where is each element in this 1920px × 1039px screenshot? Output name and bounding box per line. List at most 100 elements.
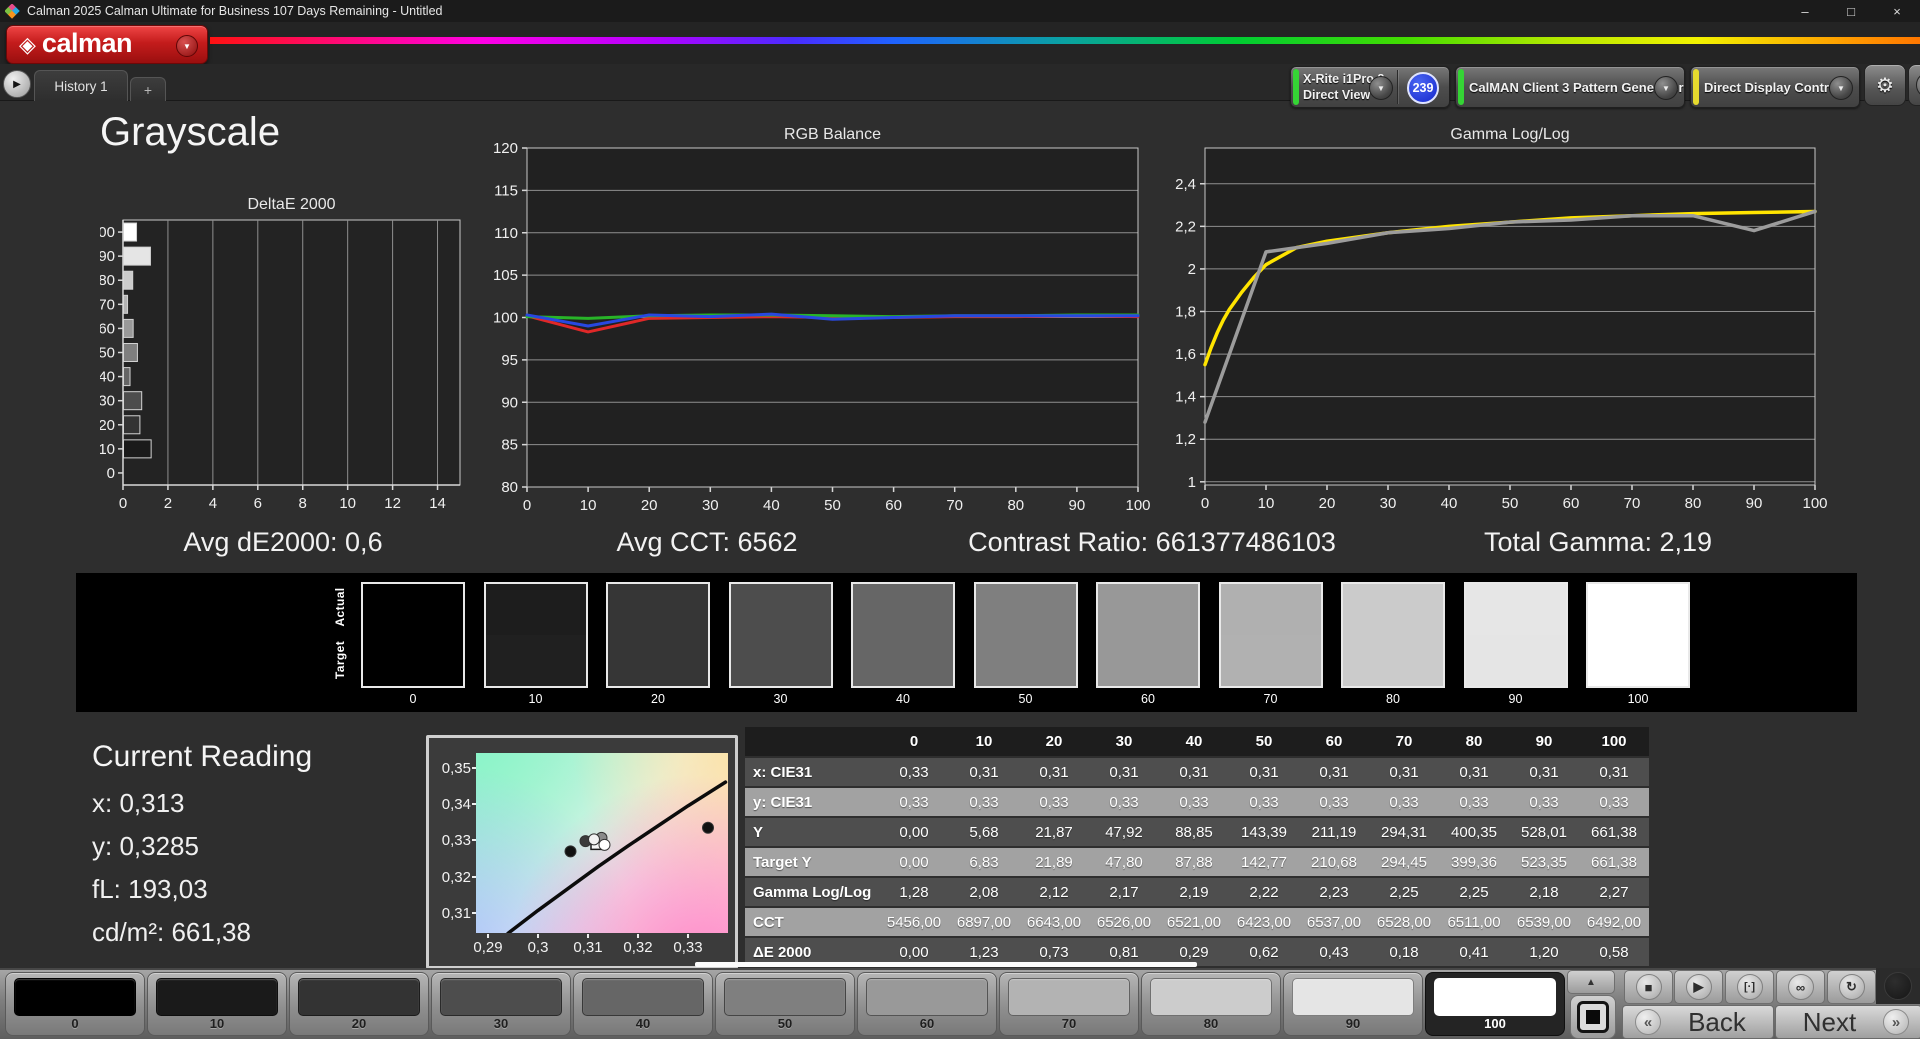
svg-text:50: 50: [824, 497, 841, 514]
grayscale-swatch-0: [361, 582, 465, 688]
pattern-level-label: 80: [1203, 1016, 1219, 1031]
swatch-actual-half: [853, 584, 953, 635]
collapse-panel-button[interactable]: ◀: [1908, 64, 1920, 106]
pattern-level-label: 0: [71, 1016, 79, 1031]
pattern-level-swatch: [582, 978, 704, 1016]
horizontal-scrollbar[interactable]: [695, 962, 1197, 967]
svg-text:90: 90: [1746, 495, 1763, 512]
table-cell: 21,87: [1019, 816, 1089, 847]
minimize-button[interactable]: –: [1782, 0, 1828, 22]
swatch-level-label: 10: [528, 692, 543, 706]
pattern-level-button-20[interactable]: 20: [289, 972, 429, 1036]
pattern-level-button-40[interactable]: 40: [573, 972, 713, 1036]
pattern-level-button-80[interactable]: 80: [1141, 972, 1281, 1036]
pattern-level-swatch: [14, 978, 136, 1016]
table-column-header: 90: [1509, 727, 1579, 757]
svg-text:110: 110: [494, 225, 518, 242]
stat-avg-de2000: Avg dE2000: 0,6: [183, 527, 383, 557]
svg-text:60: 60: [100, 320, 115, 337]
close-button[interactable]: ×: [1874, 0, 1920, 22]
table-cell: 0,31: [1439, 756, 1509, 787]
settings-button[interactable]: ⚙: [1864, 64, 1906, 106]
stat-avg-cct: Avg CCT: 6562: [616, 527, 798, 557]
play-button[interactable]: ▶: [1674, 970, 1723, 1004]
svg-text:85: 85: [501, 437, 518, 454]
table-cell: 2,27: [1579, 876, 1649, 907]
swatch-target-half: [608, 635, 708, 686]
svg-text:20: 20: [1319, 495, 1336, 512]
chevron-down-icon[interactable]: ▼: [1654, 76, 1678, 100]
table-cell: 6537,00: [1299, 906, 1369, 937]
pattern-level-button-100[interactable]: 100: [1425, 972, 1565, 1036]
calman-menu-button[interactable]: ◈ calman ▼: [6, 25, 208, 64]
pattern-level-label: 40: [635, 1016, 651, 1031]
pattern-level-button-50[interactable]: 50: [715, 972, 855, 1036]
svg-text:30: 30: [702, 497, 719, 514]
tab-scroll-button[interactable]: ▶: [3, 70, 31, 98]
table-cell: 0,18: [1369, 936, 1439, 966]
tab-history-1[interactable]: History 1: [34, 70, 128, 101]
svg-text:2: 2: [1188, 261, 1196, 278]
stop-icon: ■: [1644, 979, 1653, 995]
next-button[interactable]: Next »: [1775, 1005, 1920, 1039]
dark-knob-icon: [1884, 972, 1912, 1000]
chevron-down-icon[interactable]: ▼: [1829, 76, 1853, 100]
collapse-toolbar-button[interactable]: ▲: [1567, 970, 1615, 994]
pattern-level-button-90[interactable]: 90: [1283, 972, 1423, 1036]
pattern-level-button-70[interactable]: 70: [999, 972, 1139, 1036]
continuous-measure-button[interactable]: ∞: [1776, 970, 1825, 1004]
table-cell: 0,31: [1509, 756, 1579, 787]
refresh-button[interactable]: ↻: [1827, 970, 1876, 1004]
table-cell: 0,33: [1439, 786, 1509, 817]
pattern-level-button-60[interactable]: 60: [857, 972, 997, 1036]
table-column-header: 70: [1369, 727, 1439, 757]
pattern-level-swatch: [724, 978, 846, 1016]
table-cell: 6528,00: [1369, 906, 1439, 937]
svg-text:40: 40: [100, 369, 115, 386]
pattern-window-button[interactable]: [1570, 995, 1616, 1039]
chevron-down-icon[interactable]: ▼: [1369, 76, 1393, 100]
table-cell: 6521,00: [1159, 906, 1229, 937]
actual-row-label: Actual: [333, 587, 347, 627]
pattern-level-button-10[interactable]: 10: [147, 972, 287, 1036]
grayscale-swatch-10: [483, 582, 588, 688]
table-cell: 0,31: [1229, 756, 1299, 787]
svg-text:50: 50: [1502, 495, 1519, 512]
pattern-level-button-0[interactable]: 0: [5, 972, 145, 1036]
table-column-header: 30: [1089, 727, 1159, 757]
swatch-level-label: 50: [1018, 692, 1033, 706]
add-tab-button[interactable]: +: [130, 77, 166, 101]
svg-text:80: 80: [501, 479, 518, 496]
maximize-button[interactable]: □: [1828, 0, 1874, 22]
table-cell: 2,17: [1089, 876, 1159, 907]
cie-y-tick-label: 0,32: [441, 868, 471, 886]
single-measure-button[interactable]: [·]: [1725, 970, 1774, 1004]
play-icon: ▶: [1693, 979, 1704, 994]
table-cell: 6643,00: [1019, 906, 1089, 937]
table-column-header: 100: [1579, 727, 1649, 757]
stop-button[interactable]: ■: [1624, 970, 1673, 1004]
cie-y-tick-label: 0,35: [441, 759, 471, 777]
bottom-toolbar: 0 10 20 30 40 50 60 70 80 90 100 ▲ ■ ▶ [·] ∞ ↻ « B…: [0, 968, 1920, 1039]
table-cell: 6539,00: [1509, 906, 1579, 937]
svg-text:0: 0: [1201, 495, 1209, 512]
chevron-left-icon: «: [1635, 1009, 1661, 1035]
cie-y-tick-label: 0,33: [441, 832, 471, 850]
back-button[interactable]: « Back: [1622, 1005, 1774, 1039]
svg-text:0: 0: [119, 495, 127, 512]
grayscale-swatch-40: [851, 582, 955, 688]
svg-text:4: 4: [209, 495, 217, 512]
swatch-level-label: 60: [1141, 692, 1155, 706]
table-row-label: Target Y: [745, 846, 879, 877]
table-cell: 6,83: [949, 846, 1019, 877]
swatch-target-half: [1588, 635, 1688, 686]
svg-text:0: 0: [523, 497, 531, 514]
svg-text:40: 40: [1441, 495, 1458, 512]
svg-text:60: 60: [1563, 495, 1580, 512]
table-cell: 47,80: [1089, 846, 1159, 877]
pattern-level-button-30[interactable]: 30: [431, 972, 571, 1036]
svg-text:8: 8: [299, 495, 307, 512]
swatch-actual-half: [1098, 584, 1198, 635]
pattern-level-swatch: [1150, 978, 1272, 1016]
toolbar-dark-zone: [1876, 968, 1920, 1004]
